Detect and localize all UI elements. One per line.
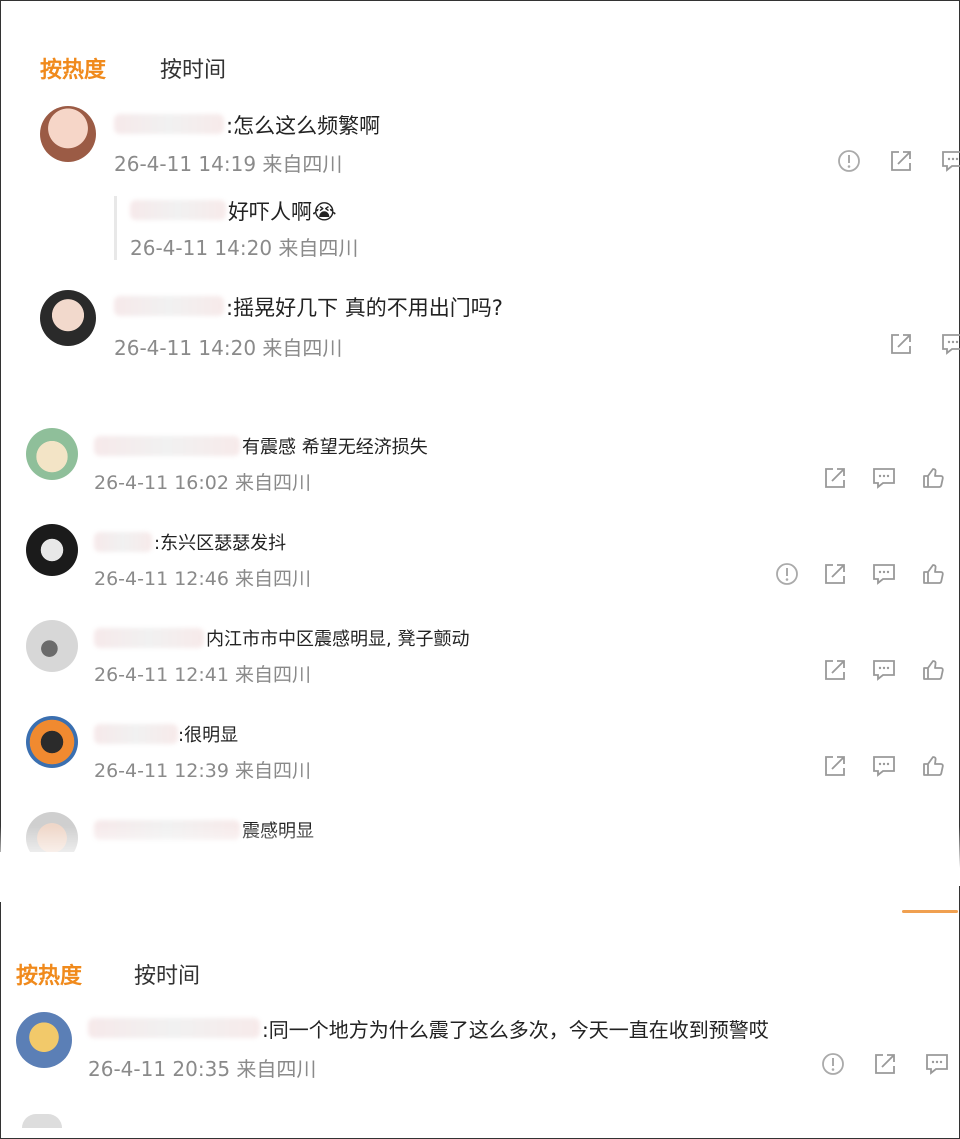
comment-text: :很明显 xyxy=(178,725,239,746)
tab-hot[interactable]: 按热度 xyxy=(16,958,82,990)
comment-icon[interactable] xyxy=(871,657,897,683)
avatar[interactable] xyxy=(16,1012,72,1068)
username-redacted[interactable] xyxy=(130,200,226,220)
report-icon[interactable] xyxy=(820,1051,846,1077)
username-redacted[interactable] xyxy=(94,532,152,552)
avatar[interactable] xyxy=(26,428,78,480)
report-icon[interactable] xyxy=(836,148,862,174)
like-icon[interactable] xyxy=(920,753,946,779)
comment-meta: 26-4-11 12:39 来自四川 xyxy=(94,760,311,782)
panel-gap xyxy=(0,852,958,902)
avatar[interactable] xyxy=(26,524,78,576)
comment-icon[interactable] xyxy=(871,561,897,587)
avatar[interactable] xyxy=(40,290,96,346)
comment-text: 有震感 希望无经济损失 xyxy=(242,437,428,458)
like-icon[interactable] xyxy=(920,561,946,587)
share-icon[interactable] xyxy=(888,331,914,357)
comment-text: :怎么这么频繁啊 xyxy=(226,114,381,138)
comment-meta: 26-4-11 16:02 来自四川 xyxy=(94,472,311,494)
share-icon[interactable] xyxy=(872,1051,898,1077)
avatar-partial xyxy=(22,1114,62,1128)
username-redacted[interactable] xyxy=(88,1018,260,1038)
share-icon[interactable] xyxy=(822,753,848,779)
scroll-indicator xyxy=(902,910,958,913)
tab-time[interactable]: 按时间 xyxy=(160,52,226,84)
username-redacted[interactable] xyxy=(114,296,224,316)
like-icon[interactable] xyxy=(920,465,946,491)
username-redacted[interactable] xyxy=(94,724,178,744)
reply-meta: 26-4-11 14:20 来自四川 xyxy=(130,236,359,260)
comment-text: :东兴区瑟瑟发抖 xyxy=(154,533,287,554)
comment-icon[interactable] xyxy=(924,1051,950,1077)
share-icon[interactable] xyxy=(888,148,914,174)
comment-meta: 26-4-11 14:20 来自四川 xyxy=(114,336,343,360)
comment-text: :同一个地方为什么震了这么多次，今天一直在收到预警哎 xyxy=(262,1018,769,1042)
tab-time[interactable]: 按时间 xyxy=(134,958,200,990)
like-icon[interactable] xyxy=(920,657,946,683)
comment-text: :摇晃好几下 真的不用出门吗? xyxy=(226,296,503,320)
comment-meta: 26-4-11 14:19 来自四川 xyxy=(114,152,343,176)
username-redacted[interactable] xyxy=(114,114,224,134)
avatar[interactable] xyxy=(26,620,78,672)
share-icon[interactable] xyxy=(822,657,848,683)
avatar[interactable] xyxy=(40,106,96,162)
comment-meta: 26-4-11 20:35 来自四川 xyxy=(88,1057,317,1081)
reply-text: 好吓人啊😭 xyxy=(228,200,337,224)
tab-hot[interactable]: 按热度 xyxy=(40,52,106,84)
comment-icon[interactable] xyxy=(940,331,960,357)
username-redacted[interactable] xyxy=(94,628,204,648)
avatar[interactable] xyxy=(26,716,78,768)
comment-icon[interactable] xyxy=(940,148,960,174)
share-icon[interactable] xyxy=(822,465,848,491)
reply-indent-bar xyxy=(114,196,117,260)
comment-meta: 26-4-11 12:41 来自四川 xyxy=(94,664,311,686)
username-redacted[interactable] xyxy=(94,436,240,456)
comment-icon[interactable] xyxy=(871,465,897,491)
share-icon[interactable] xyxy=(822,561,848,587)
report-icon[interactable] xyxy=(774,561,800,587)
comment-icon[interactable] xyxy=(871,753,897,779)
comment-text: 内江市市中区震感明显, 凳子颤动 xyxy=(206,629,470,650)
comment-meta: 26-4-11 12:46 来自四川 xyxy=(94,568,311,590)
